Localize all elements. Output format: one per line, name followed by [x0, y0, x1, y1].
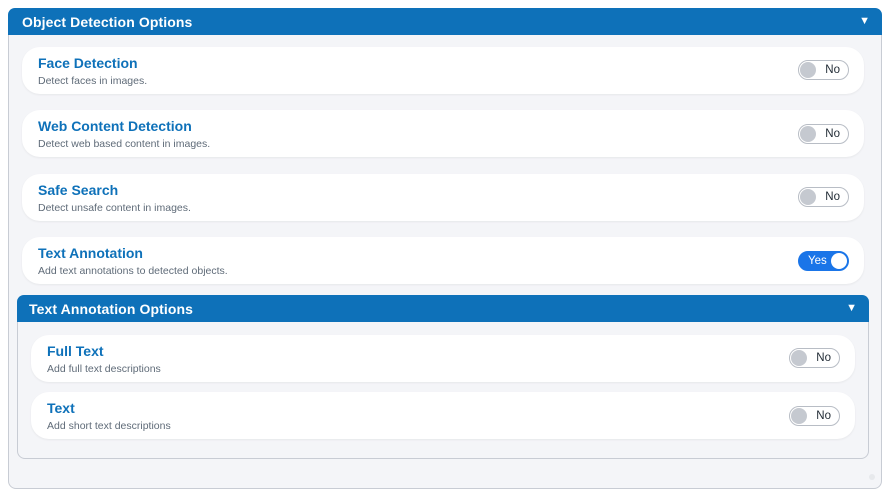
resize-handle[interactable]: [869, 474, 875, 480]
toggle-state: Yes: [808, 255, 827, 267]
toggle-state: No: [816, 352, 831, 364]
option-description: Add short text descriptions: [47, 420, 171, 432]
full-text-toggle[interactable]: No: [789, 348, 840, 368]
face-detection-toggle[interactable]: No: [798, 60, 849, 80]
option-full-text: Full Text Add full text descriptions No: [31, 335, 855, 382]
option-label: Text: [47, 400, 75, 416]
option-label: Full Text: [47, 343, 104, 359]
option-description: Detect web based content in images.: [38, 138, 211, 150]
option-text-annotation: Text Annotation Add text annotations to …: [22, 237, 864, 284]
option-description: Add text annotations to detected objects…: [38, 265, 228, 277]
option-safe-search: Safe Search Detect unsafe content in ima…: [22, 174, 864, 221]
option-label: Face Detection: [38, 55, 138, 71]
object-detection-options-header[interactable]: Object Detection Options ▼: [8, 8, 882, 35]
toggle-knob: [800, 126, 816, 142]
option-description: Add full text descriptions: [47, 363, 161, 375]
option-label: Safe Search: [38, 182, 119, 198]
text-toggle[interactable]: No: [789, 406, 840, 426]
option-label: Text Annotation: [38, 245, 143, 261]
triangle-down-icon[interactable]: ▼: [859, 15, 870, 27]
toggle-knob: [800, 62, 816, 78]
triangle-down-icon[interactable]: ▼: [846, 302, 857, 314]
toggle-state: No: [825, 191, 840, 203]
option-web-content-detection: Web Content Detection Detect web based c…: [22, 110, 864, 157]
text-annotation-options-header[interactable]: Text Annotation Options ▼: [17, 295, 869, 322]
web-content-detection-toggle[interactable]: No: [798, 124, 849, 144]
toggle-knob: [831, 253, 847, 269]
text-annotation-toggle[interactable]: Yes: [798, 251, 849, 271]
toggle-knob: [791, 408, 807, 424]
toggle-state: No: [816, 410, 831, 422]
safe-search-toggle[interactable]: No: [798, 187, 849, 207]
panel-title: Text Annotation Options: [29, 301, 194, 317]
toggle-knob: [800, 189, 816, 205]
toggle-state: No: [825, 128, 840, 140]
toggle-knob: [791, 350, 807, 366]
panel-title: Object Detection Options: [22, 14, 193, 30]
option-label: Web Content Detection: [38, 118, 192, 134]
toggle-state: No: [825, 64, 840, 76]
option-description: Detect faces in images.: [38, 75, 148, 87]
option-text: Text Add short text descriptions No: [31, 392, 855, 439]
option-face-detection: Face Detection Detect faces in images. N…: [22, 47, 864, 94]
option-description: Detect unsafe content in images.: [38, 202, 191, 214]
